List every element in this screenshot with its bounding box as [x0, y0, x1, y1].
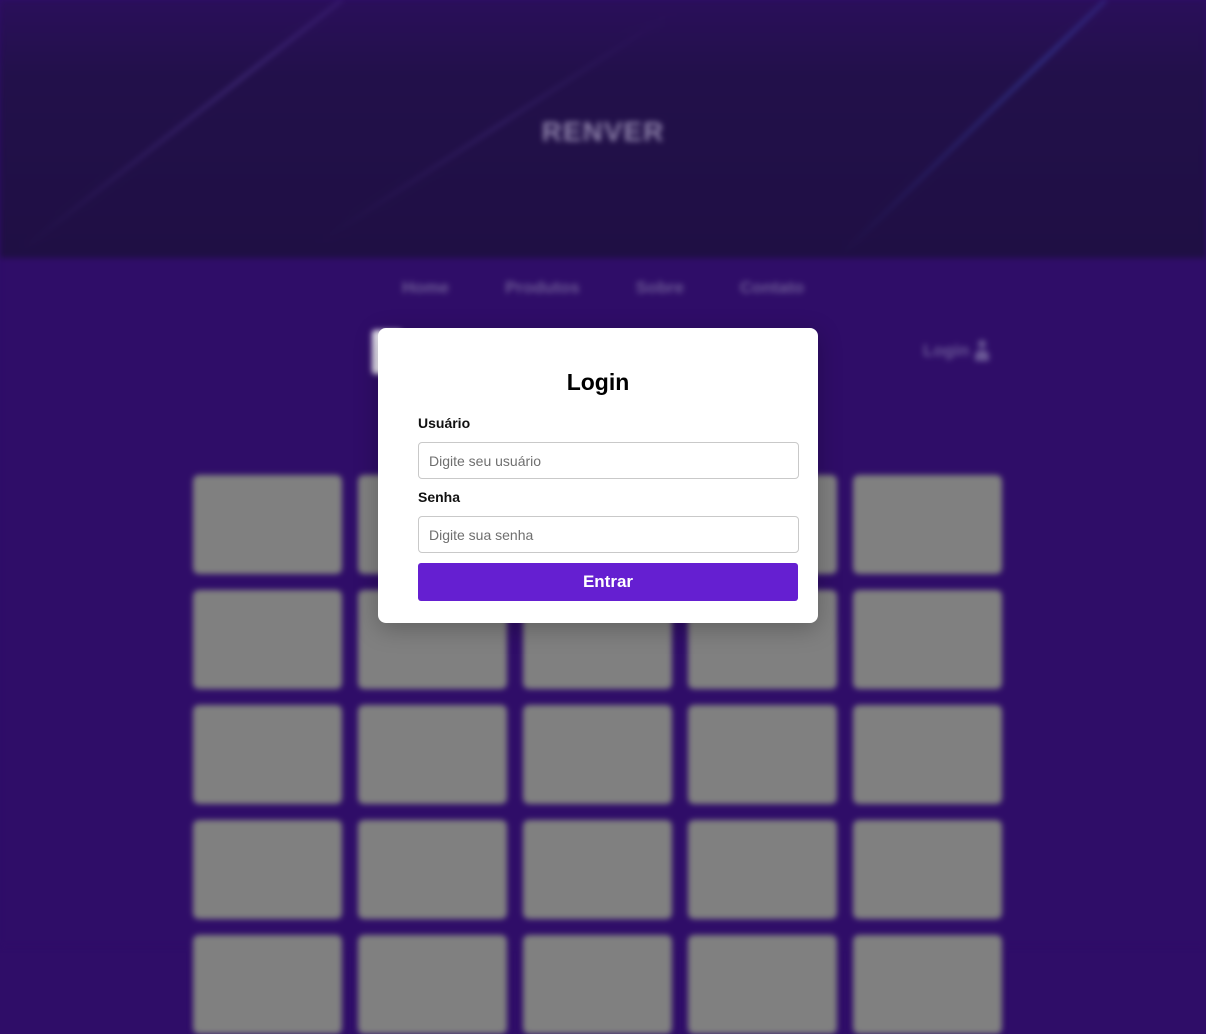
username-input[interactable] — [418, 442, 799, 479]
product-card[interactable] — [853, 935, 1002, 1034]
product-card[interactable] — [523, 935, 672, 1034]
product-card[interactable] — [193, 705, 342, 804]
product-card[interactable] — [358, 705, 507, 804]
modal-title: Login — [566, 369, 630, 395]
main-nav: Home Produtos Sobre Contato — [0, 278, 1206, 298]
hero-banner: RENVER — [0, 0, 1206, 258]
product-card[interactable] — [853, 820, 1002, 919]
product-card[interactable] — [523, 705, 672, 804]
product-card[interactable] — [688, 935, 837, 1034]
product-card[interactable] — [193, 935, 342, 1034]
password-input[interactable] — [418, 516, 799, 553]
login-modal: Login Usuário Senha Entrar — [378, 328, 818, 623]
product-card[interactable] — [688, 705, 837, 804]
product-card[interactable] — [358, 935, 507, 1034]
brand-logo-text: RENVER — [541, 116, 665, 147]
nav-item-produtos[interactable]: Produtos — [505, 278, 580, 298]
product-card[interactable] — [853, 590, 1002, 689]
product-card[interactable] — [523, 820, 672, 919]
product-card[interactable] — [193, 590, 342, 689]
product-card[interactable] — [853, 705, 1002, 804]
nav-item-contato[interactable]: Contato — [740, 278, 804, 298]
login-link[interactable]: Login — [923, 340, 990, 362]
product-card[interactable] — [193, 475, 342, 574]
product-card[interactable] — [688, 820, 837, 919]
product-card[interactable] — [193, 820, 342, 919]
nav-item-home[interactable]: Home — [402, 278, 449, 298]
password-label: Senha — [418, 489, 461, 505]
user-icon — [975, 340, 990, 362]
nav-item-sobre[interactable]: Sobre — [636, 278, 684, 298]
product-card[interactable] — [853, 475, 1002, 574]
login-submit-button[interactable]: Entrar — [418, 563, 798, 601]
product-card[interactable] — [358, 820, 507, 919]
login-link-label: Login — [923, 341, 970, 360]
username-label: Usuário — [418, 415, 471, 431]
